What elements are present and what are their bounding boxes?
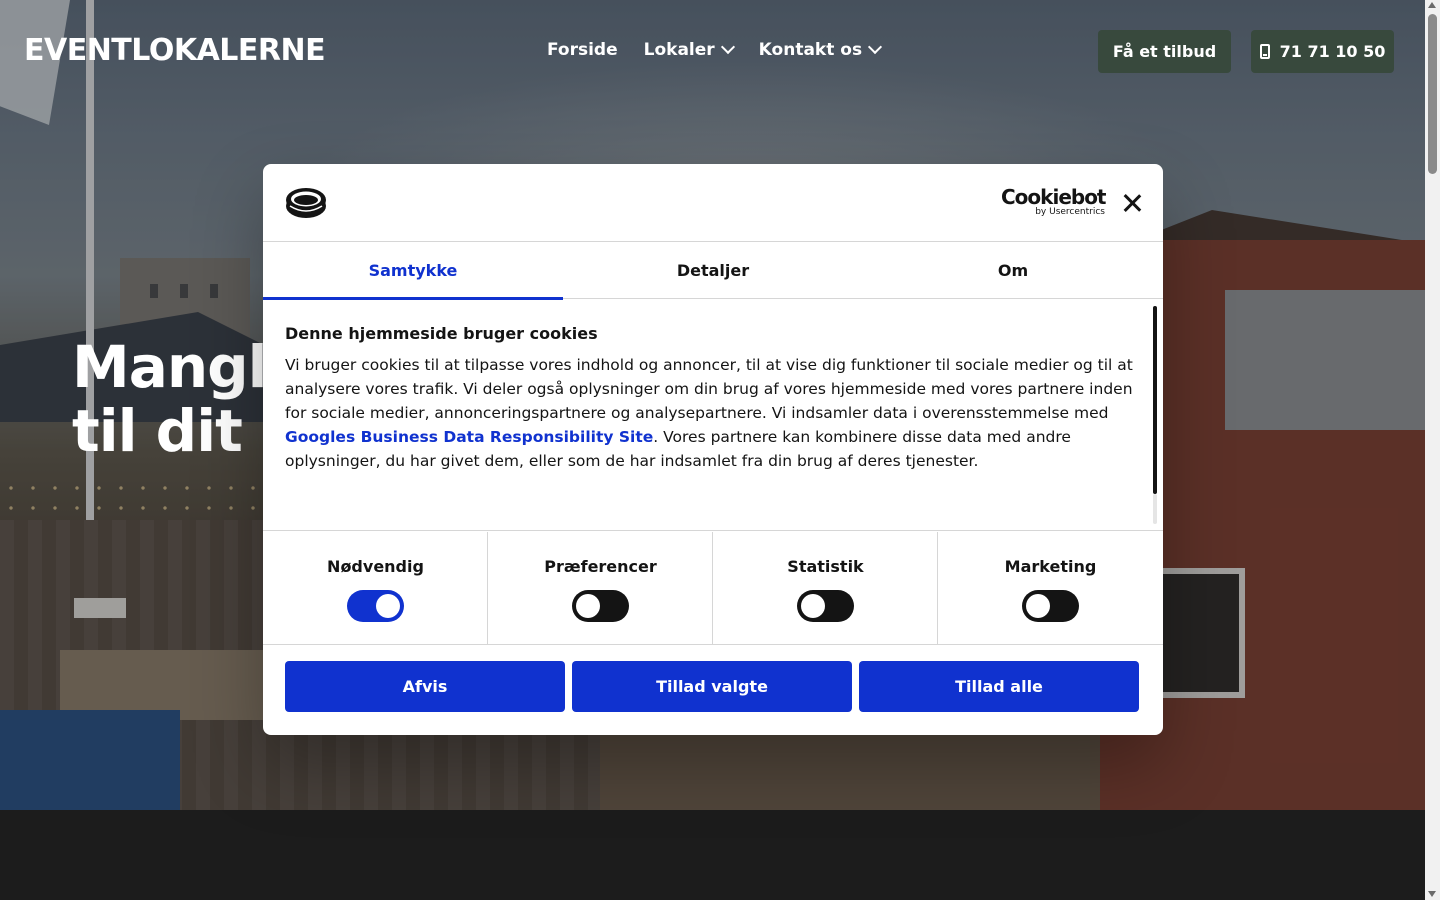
nav-item-lokaler[interactable]: Lokaler	[643, 38, 735, 62]
tab-om[interactable]: Om	[863, 242, 1163, 299]
category-label: Marketing	[1004, 557, 1097, 576]
allow-all-button[interactable]: Tillad alle	[859, 661, 1139, 712]
tab-samtykke[interactable]: Samtykke	[263, 242, 563, 300]
page-scrollbar[interactable]	[1425, 0, 1440, 900]
toggle-knob	[376, 594, 400, 618]
dialog-header: Cookiebot by Usercentrics	[263, 164, 1163, 242]
phone-icon	[1259, 44, 1270, 59]
consent-text-part: Vi bruger cookies til at tilpasse vores …	[285, 356, 1133, 422]
tab-label: Om	[997, 261, 1029, 280]
tab-label: Detaljer	[676, 261, 750, 280]
nav-label: Lokaler	[643, 40, 715, 60]
chevron-down-icon	[868, 39, 883, 55]
brand-name: Cookiebot	[1001, 185, 1107, 209]
necessary-toggle[interactable]	[347, 590, 404, 622]
phone-button[interactable]: 71 71 10 50	[1251, 30, 1394, 73]
category-marketing: Marketing	[938, 532, 1163, 645]
reject-label: Afvis	[402, 677, 448, 696]
tab-detaljer[interactable]: Detaljer	[563, 242, 863, 299]
allow-selected-button[interactable]: Tillad valgte	[572, 661, 852, 712]
nav-label: Forside	[547, 40, 618, 60]
nav-item-kontakt[interactable]: Kontakt os	[758, 38, 883, 62]
chevron-down-icon	[720, 39, 735, 55]
toggle-knob	[576, 594, 600, 618]
nav-label: Kontakt os	[758, 40, 863, 60]
main-nav: Forside Lokaler Kontakt os	[547, 38, 883, 62]
category-label: Statistik	[787, 557, 864, 576]
site-logo[interactable]: EVENTLOKALERNE	[24, 34, 326, 68]
category-statistics: Statistik	[713, 532, 938, 645]
preferences-toggle[interactable]	[572, 590, 629, 622]
scroll-down-arrow-icon[interactable]	[1428, 891, 1436, 897]
get-quote-button[interactable]: Få et tilbud	[1098, 30, 1231, 73]
consent-body: Denne hjemmeside bruger cookies Vi bruge…	[263, 300, 1163, 531]
category-necessary: Nødvendig	[263, 532, 488, 645]
dialog-tabs: Samtykke Detaljer Om	[263, 242, 1163, 300]
consent-actions: Afvis Tillad valgte Tillad alle	[285, 661, 1141, 713]
cookiebot-logo-icon	[286, 188, 326, 218]
scroll-up-arrow-icon[interactable]	[1428, 2, 1436, 8]
scroll-thumb[interactable]	[1428, 14, 1437, 174]
cookiebot-brand[interactable]: Cookiebot by Usercentrics	[1001, 185, 1107, 220]
allow-selected-label: Tillad valgte	[656, 677, 768, 696]
tab-label: Samtykke	[368, 261, 458, 280]
marketing-toggle[interactable]	[1022, 590, 1079, 622]
nav-item-forside[interactable]: Forside	[547, 38, 618, 62]
text-fade	[285, 468, 1135, 508]
category-preferences: Præferencer	[488, 532, 713, 645]
google-data-link[interactable]: Googles Business Data Responsibility Sit…	[285, 428, 653, 446]
get-quote-label: Få et tilbud	[1112, 42, 1217, 61]
close-icon[interactable]	[1121, 192, 1143, 214]
toggle-knob	[1026, 594, 1050, 618]
consent-title: Denne hjemmeside bruger cookies	[285, 324, 598, 343]
statistics-toggle[interactable]	[797, 590, 854, 622]
phone-number: 71 71 10 50	[1279, 42, 1386, 61]
cookie-consent-dialog: Cookiebot by Usercentrics Samtykke Detal…	[263, 164, 1163, 735]
category-label: Nødvendig	[327, 557, 424, 576]
allow-all-label: Tillad alle	[955, 677, 1043, 696]
reject-button[interactable]: Afvis	[285, 661, 565, 712]
toggle-knob	[801, 594, 825, 618]
consent-categories: Nødvendig Præferencer Statistik Marketin…	[263, 532, 1163, 645]
category-label: Præferencer	[544, 557, 657, 576]
consent-scroll-thumb[interactable]	[1153, 306, 1157, 494]
consent-scroll-track[interactable]	[1153, 494, 1157, 524]
